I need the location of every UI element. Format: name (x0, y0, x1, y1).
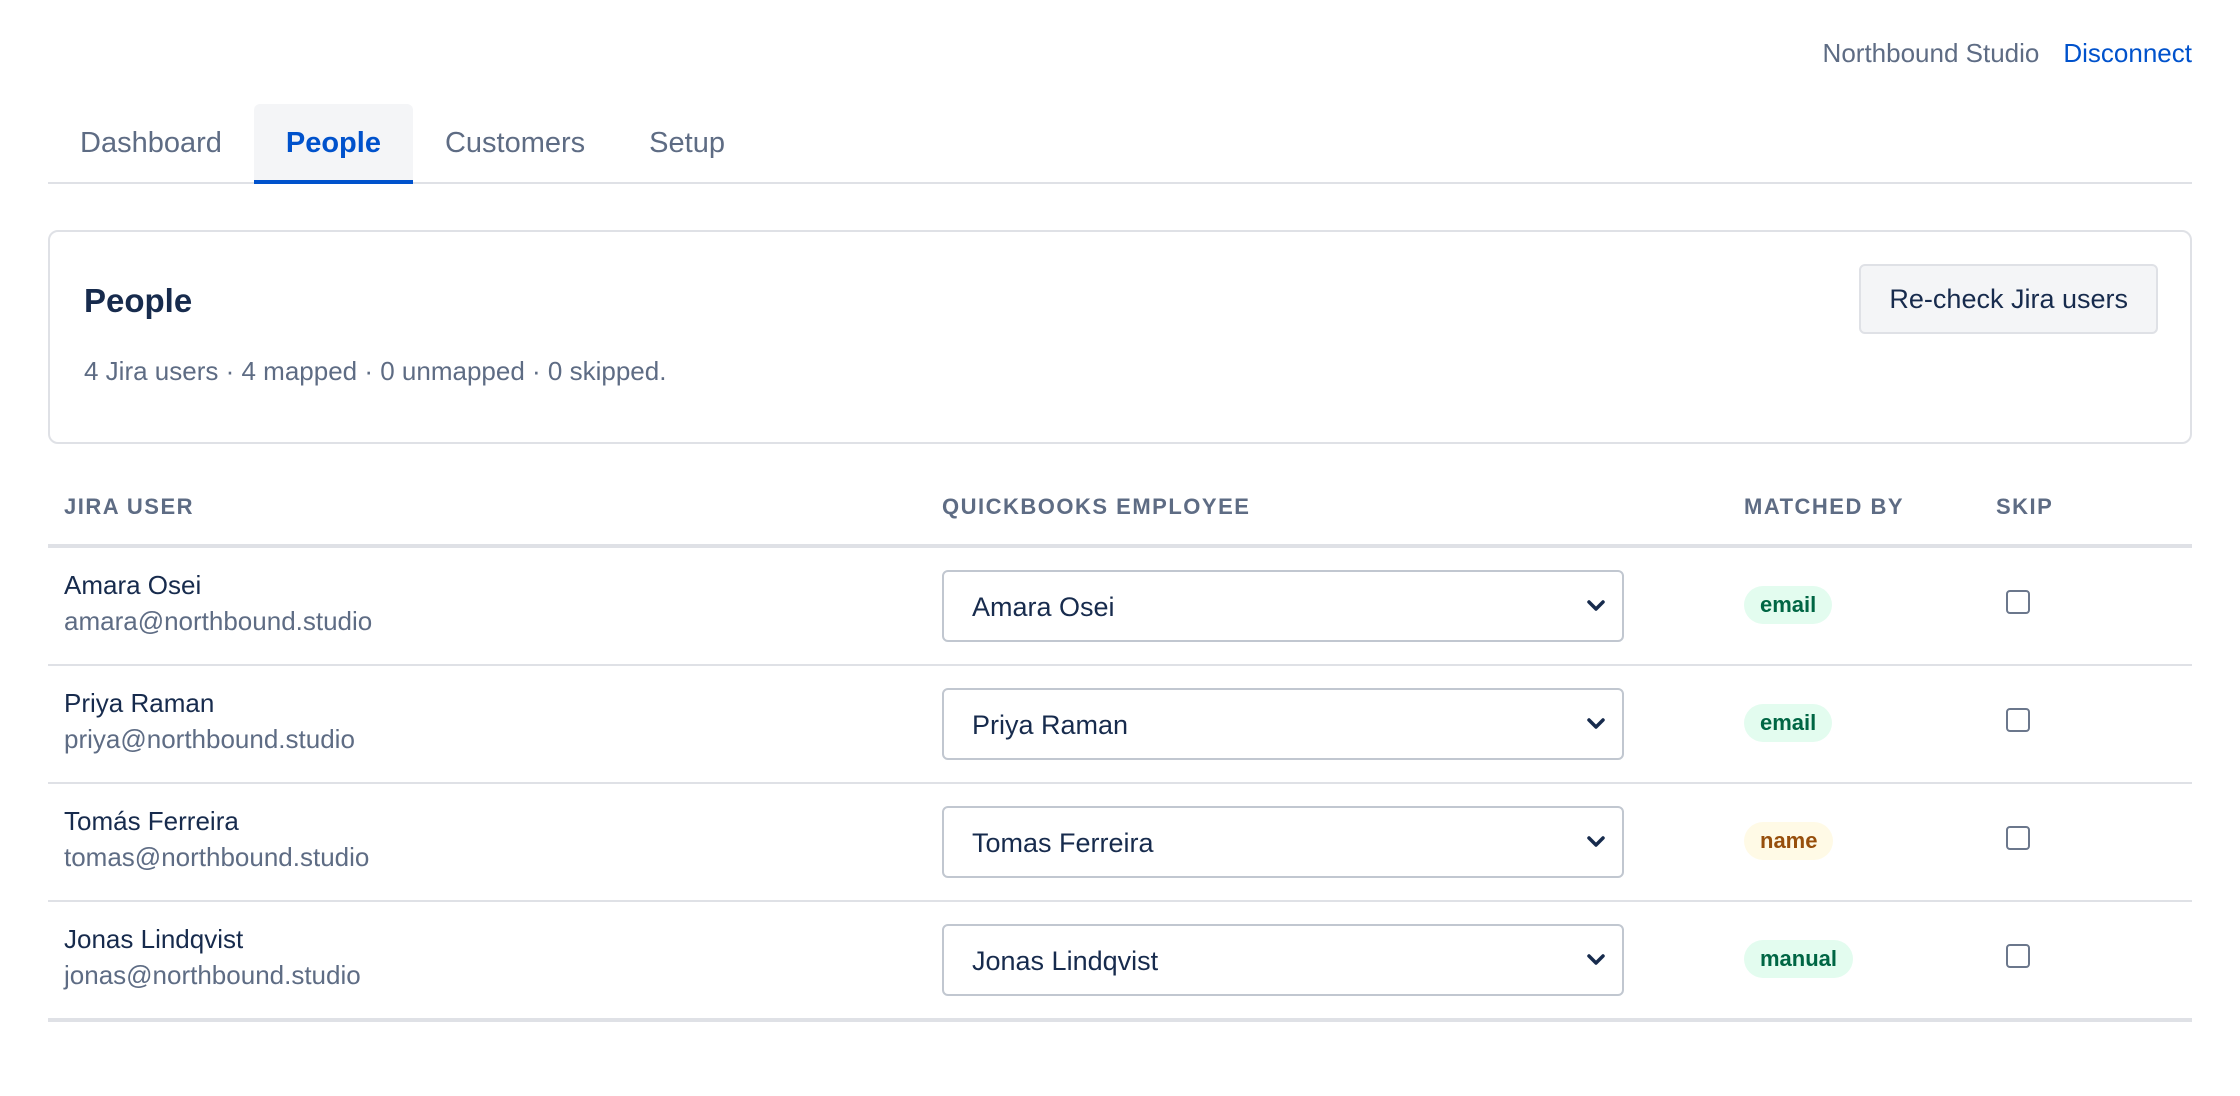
recheck-jira-users-button[interactable]: Re-check Jira users (1859, 264, 2158, 334)
tab-people[interactable]: People (253, 104, 414, 184)
skip-checkbox[interactable] (2006, 590, 2030, 614)
selected-employee: Amara Osei (972, 592, 1115, 622)
table-row: Jonas Lindqvist jonas@northbound.studio … (48, 902, 2192, 1022)
quickbooks-employee-select[interactable]: Amara Osei (942, 570, 1624, 642)
column-header-skip: SKIP (1996, 494, 2054, 519)
chevron-down-icon (1587, 836, 1605, 847)
table-row: Amara Osei amara@northbound.studio Amara… (48, 548, 2192, 666)
org-name: Northbound Studio (1822, 38, 2040, 68)
matched-by-badge: email (1744, 586, 1833, 624)
column-header-quickbooks-employee: QUICKBOOKS EMPLOYEE (942, 494, 1251, 519)
matched-by-badge: manual (1744, 940, 1854, 978)
table-row: Priya Raman priya@northbound.studio Priy… (48, 666, 2192, 784)
page-title: People (84, 282, 193, 319)
table-row: Tomás Ferreira tomas@northbound.studio T… (48, 784, 2192, 902)
tab-bar: Dashboard People Customers Setup (48, 104, 2192, 184)
selected-employee: Tomas Ferreira (972, 828, 1154, 858)
chevron-down-icon (1587, 600, 1605, 611)
quickbooks-employee-select[interactable]: Tomas Ferreira (942, 806, 1624, 878)
column-header-jira-user: JIRA USER (64, 494, 195, 519)
jira-user-email: priya@northbound.studio (64, 724, 355, 754)
skip-checkbox[interactable] (2006, 944, 2030, 968)
tab-dashboard[interactable]: Dashboard (48, 104, 254, 182)
jira-user-name: Priya Raman (64, 688, 215, 718)
people-summary-card: People 4 Jira users · 4 mapped · 0 unmap… (48, 230, 2192, 444)
jira-user-name: Amara Osei (64, 570, 202, 600)
mapping-summary: 4 Jira users · 4 mapped · 0 unmapped · 0… (84, 356, 667, 386)
jira-user-name: Jonas Lindqvist (64, 924, 244, 954)
selected-employee: Priya Raman (972, 710, 1129, 740)
matched-by-badge: name (1744, 822, 1834, 860)
quickbooks-employee-select[interactable]: Priya Raman (942, 688, 1624, 760)
app-root: Northbound Studio Disconnect Dashboard P… (0, 0, 2240, 1096)
column-header-matched-by: MATCHED BY (1744, 494, 1905, 519)
skip-checkbox[interactable] (2006, 826, 2030, 850)
jira-user-email: tomas@northbound.studio (64, 842, 370, 872)
chevron-down-icon (1587, 954, 1605, 965)
top-bar: Northbound Studio Disconnect (1823, 38, 2192, 69)
quickbooks-employee-select[interactable]: Jonas Lindqvist (942, 924, 1624, 996)
jira-user-name: Tomás Ferreira (64, 806, 239, 836)
tab-customers[interactable]: Customers (413, 104, 617, 182)
jira-user-email: jonas@northbound.studio (64, 960, 361, 990)
people-table: JIRA USER QUICKBOOKS EMPLOYEE MATCHED BY… (48, 476, 2192, 1022)
tab-setup[interactable]: Setup (617, 104, 757, 182)
table-header: JIRA USER QUICKBOOKS EMPLOYEE MATCHED BY… (48, 476, 2192, 548)
jira-user-email: amara@northbound.studio (64, 606, 373, 636)
disconnect-link[interactable]: Disconnect (2063, 38, 2192, 69)
chevron-down-icon (1587, 718, 1605, 729)
selected-employee: Jonas Lindqvist (972, 946, 1159, 976)
matched-by-badge: email (1744, 704, 1833, 742)
skip-checkbox[interactable] (2006, 708, 2030, 732)
